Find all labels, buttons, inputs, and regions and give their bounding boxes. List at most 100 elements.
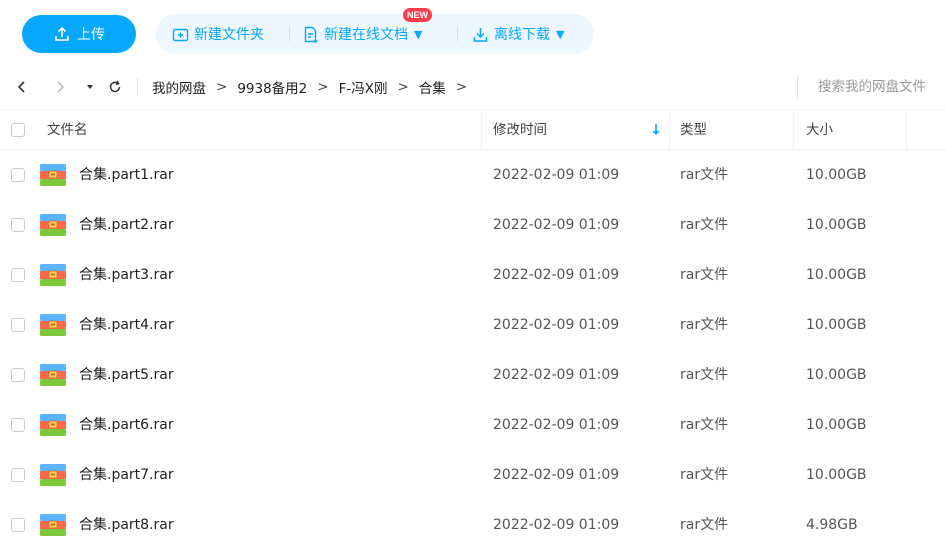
breadcrumb-separator: > (317, 79, 329, 95)
arrow-down-icon[interactable] (650, 122, 662, 138)
offline-download-label: 离线下载 (494, 27, 550, 43)
file-type: rar文件 (680, 367, 729, 383)
file-name[interactable]: 合集.part5.rar (79, 350, 174, 400)
file-modified: 2022-02-09 01:09 (493, 167, 620, 183)
row-checkbox[interactable] (11, 368, 25, 382)
file-type: rar文件 (680, 317, 729, 333)
file-modified: 2022-02-09 01:09 (493, 517, 620, 533)
divider (457, 27, 458, 41)
search-input[interactable]: 搜索我的网盘文件 (818, 64, 926, 110)
file-size: 10.00GB (806, 217, 867, 233)
table-header: 文件名 修改时间 类型 大小 (0, 111, 946, 150)
file-name[interactable]: 合集.part1.rar (79, 150, 174, 200)
breadcrumb-separator: > (397, 79, 409, 95)
file-name[interactable]: 合集.part2.rar (79, 200, 174, 250)
new-folder-button[interactable]: 新建文件夹 (172, 14, 264, 54)
offline-download-button[interactable]: 离线下载 ▼ (472, 14, 564, 54)
divider (289, 27, 290, 41)
file-name[interactable]: 合集.part7.rar (79, 450, 174, 500)
table-row[interactable]: 合集.part3.rar 2022-02-09 01:09 rar文件 10.0… (0, 250, 946, 300)
dropdown-caret-icon: ▼ (556, 27, 565, 41)
nav-bar: 我的网盘 > 9938备用2 > F-冯X刚 > 合集 > 搜索我的网盘文件 (0, 64, 946, 111)
row-checkbox[interactable] (11, 518, 25, 532)
table-row[interactable]: 合集.part8.rar 2022-02-09 01:09 rar文件 4.98… (0, 500, 946, 550)
chevron-right-icon (57, 81, 65, 93)
table-row[interactable]: 合集.part6.rar 2022-02-09 01:09 rar文件 10.0… (0, 400, 946, 450)
file-modified: 2022-02-09 01:09 (493, 417, 620, 433)
breadcrumb-separator: > (216, 79, 228, 95)
refresh-icon (109, 80, 121, 93)
file-type: rar文件 (680, 467, 729, 483)
breadcrumb-item[interactable]: 9938备用2 (237, 77, 307, 97)
row-checkbox[interactable] (11, 418, 25, 432)
file-modified: 2022-02-09 01:09 (493, 317, 620, 333)
rar-archive-icon (40, 314, 66, 336)
file-size: 10.00GB (806, 317, 867, 333)
new-badge: NEW (403, 8, 432, 22)
toolbar: 上传 新建文件夹 新建在线文档 ▼ 离线下载 ▼ NEW (0, 0, 946, 64)
back-button[interactable] (13, 78, 31, 96)
new-online-doc-label: 新建在线文档 (324, 27, 408, 43)
file-size: 10.00GB (806, 367, 867, 383)
column-header-modified[interactable]: 修改时间 (493, 111, 547, 149)
column-divider (669, 111, 670, 149)
file-name[interactable]: 合集.part6.rar (79, 400, 174, 450)
action-group: 新建文件夹 新建在线文档 ▼ 离线下载 ▼ (156, 14, 594, 54)
divider (797, 76, 798, 98)
file-type: rar文件 (680, 267, 729, 283)
column-divider (481, 111, 482, 149)
table-row[interactable]: 合集.part4.rar 2022-02-09 01:09 rar文件 10.0… (0, 300, 946, 350)
file-type: rar文件 (680, 417, 729, 433)
breadcrumb-separator: > (455, 79, 468, 95)
rar-archive-icon (40, 164, 66, 186)
file-size: 10.00GB (806, 267, 867, 283)
breadcrumb-item-current[interactable]: 合集 (419, 77, 446, 97)
rar-archive-icon (40, 514, 66, 536)
triangle-down-icon (87, 85, 93, 89)
history-dropdown[interactable] (81, 78, 99, 96)
dropdown-caret-icon: ▼ (414, 27, 423, 41)
upload-icon (55, 26, 69, 41)
divider (137, 78, 138, 96)
column-header-name[interactable]: 文件名 (47, 111, 88, 149)
folder-plus-icon (172, 28, 189, 41)
row-checkbox[interactable] (11, 468, 25, 482)
table-row[interactable]: 合集.part5.rar 2022-02-09 01:09 rar文件 10.0… (0, 350, 946, 400)
row-checkbox[interactable] (11, 268, 25, 282)
file-size: 10.00GB (806, 417, 867, 433)
column-header-type[interactable]: 类型 (680, 111, 707, 149)
row-checkbox[interactable] (11, 168, 25, 182)
breadcrumb-item[interactable]: 我的网盘 (152, 77, 206, 97)
download-icon (473, 27, 488, 42)
file-modified: 2022-02-09 01:09 (493, 367, 620, 383)
column-divider (906, 111, 907, 149)
table-row[interactable]: 合集.part7.rar 2022-02-09 01:09 rar文件 10.0… (0, 450, 946, 500)
select-all-checkbox[interactable] (11, 123, 25, 137)
column-header-size[interactable]: 大小 (806, 111, 833, 149)
file-type: rar文件 (680, 517, 729, 533)
rar-archive-icon (40, 464, 66, 486)
file-modified: 2022-02-09 01:09 (493, 267, 620, 283)
breadcrumb-item[interactable]: F-冯X刚 (339, 77, 388, 97)
file-modified: 2022-02-09 01:09 (493, 467, 620, 483)
upload-button[interactable]: 上传 (22, 15, 136, 53)
row-checkbox[interactable] (11, 318, 25, 332)
file-size: 10.00GB (806, 167, 867, 183)
table-row[interactable]: 合集.part1.rar 2022-02-09 01:09 rar文件 10.0… (0, 150, 946, 200)
file-name[interactable]: 合集.part3.rar (79, 250, 174, 300)
rar-archive-icon (40, 264, 66, 286)
file-size: 10.00GB (806, 467, 867, 483)
file-name[interactable]: 合集.part4.rar (79, 300, 174, 350)
rar-archive-icon (40, 214, 66, 236)
forward-button[interactable] (51, 78, 69, 96)
file-name[interactable]: 合集.part8.rar (79, 500, 174, 550)
chevron-left-icon (17, 81, 25, 93)
file-type: rar文件 (680, 217, 729, 233)
table-row[interactable]: 合集.part2.rar 2022-02-09 01:09 rar文件 10.0… (0, 200, 946, 250)
column-divider (793, 111, 794, 149)
row-checkbox[interactable] (11, 218, 25, 232)
rar-archive-icon (40, 364, 66, 386)
file-modified: 2022-02-09 01:09 (493, 217, 620, 233)
upload-label: 上传 (77, 27, 105, 43)
refresh-button[interactable] (106, 78, 124, 96)
